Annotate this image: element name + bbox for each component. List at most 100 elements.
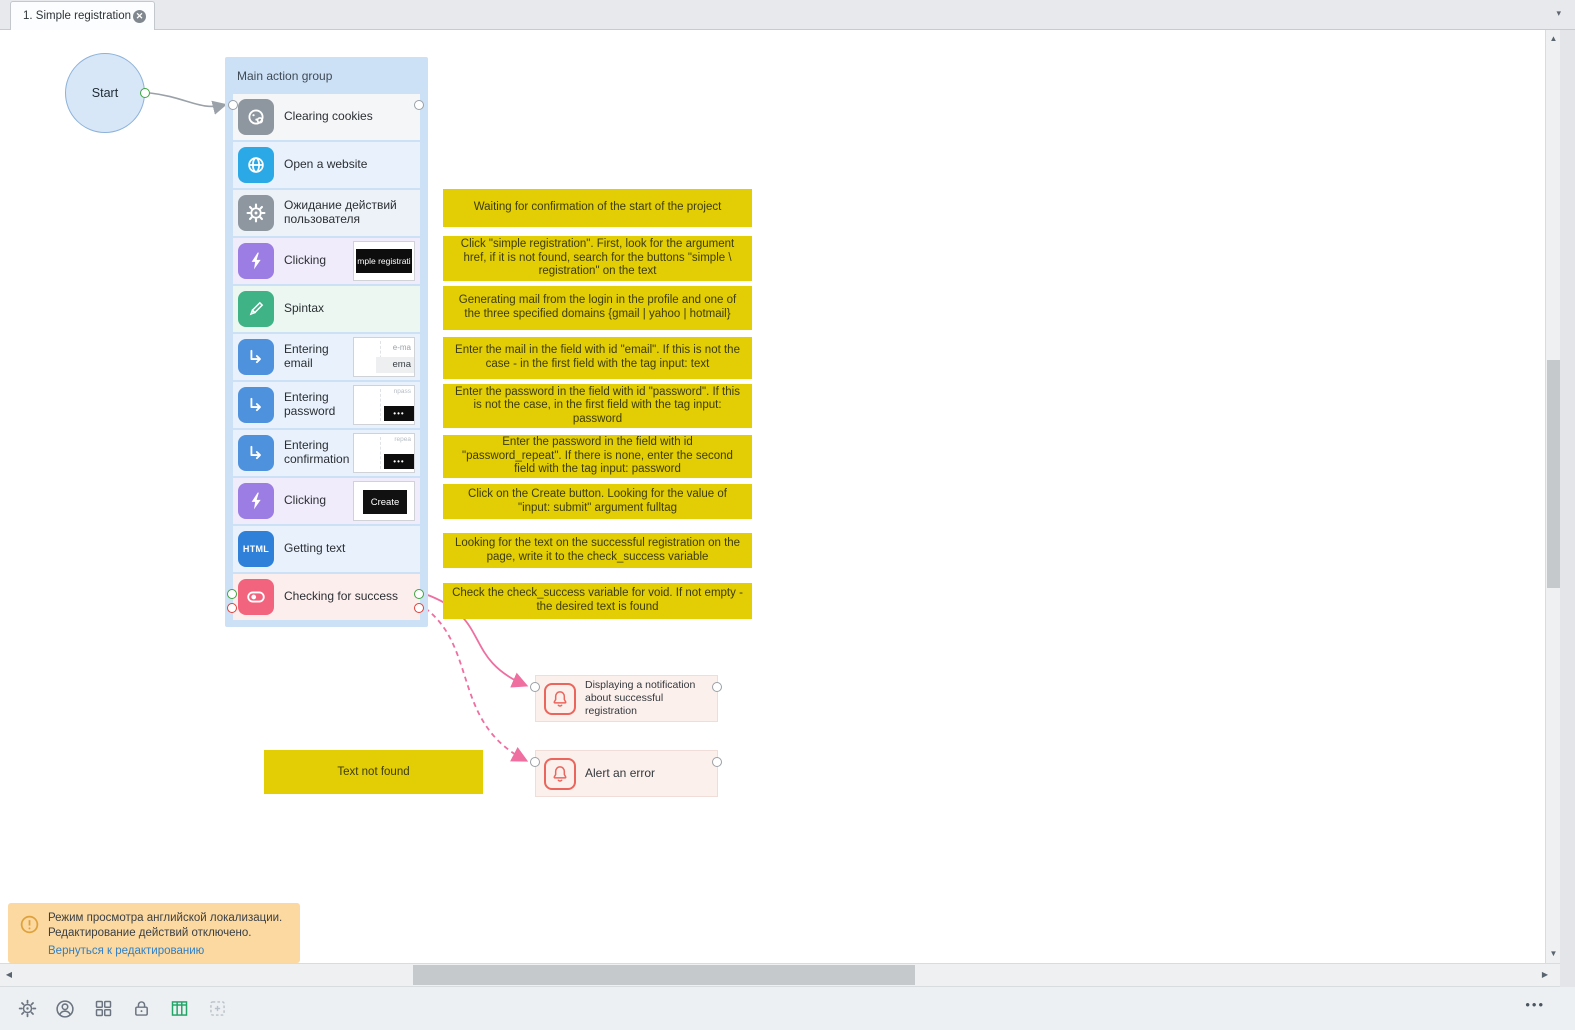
- scroll-up-icon[interactable]: ▲: [1546, 32, 1561, 46]
- action-checking-success[interactable]: Checking for success: [233, 574, 420, 620]
- connector-check-out-ok[interactable]: [414, 589, 424, 599]
- connector-error-out[interactable]: [712, 757, 722, 767]
- locale-banner: Режим просмотра английской локализации. …: [8, 903, 300, 963]
- note-waiting[interactable]: Waiting for confirmation of the start of…: [443, 189, 752, 227]
- node-label-line1: Displaying a notification: [585, 679, 695, 691]
- note-enter-repeat[interactable]: Enter the password in the field with id …: [443, 435, 752, 478]
- note-text-not-found[interactable]: Text not found: [264, 750, 483, 794]
- start-label: Start: [92, 86, 118, 100]
- screenshot-password-dots: •••: [384, 454, 414, 469]
- note-check-var[interactable]: Check the check_success variable for voi…: [443, 583, 752, 619]
- app-window: 1. Simple registration ✕ ▾ Start: [0, 0, 1575, 1030]
- element-screenshot: e-ma ema: [353, 337, 415, 377]
- note-click-create[interactable]: Click on the Create button. Looking for …: [443, 484, 752, 519]
- action-label: Clicking: [284, 254, 353, 268]
- horizontal-scrollbar[interactable]: ◀ ▶: [0, 963, 1560, 987]
- connector-notify-in[interactable]: [530, 682, 540, 692]
- screenshot-text: npass: [394, 388, 411, 395]
- globe-icon: [238, 147, 274, 183]
- enter-text-icon: [238, 435, 274, 471]
- screenshot-password-dots: •••: [384, 406, 414, 421]
- bottom-toolbar: •••: [0, 987, 1575, 1030]
- enter-text-icon: [238, 387, 274, 423]
- banner-line1: Режим просмотра английской локализации.: [48, 911, 290, 926]
- workflow-canvas[interactable]: Start Main action group Clearing cookies: [0, 30, 1545, 963]
- note-enter-pass[interactable]: Enter the password in the field with id …: [443, 384, 752, 428]
- connector-check-in-ok[interactable]: [227, 589, 237, 599]
- start-node[interactable]: Start: [65, 53, 145, 133]
- action-clearing-cookies[interactable]: Clearing cookies: [233, 94, 420, 140]
- screenshot-text: e-ma: [393, 343, 411, 352]
- action-label: Ожидание действий пользователя: [284, 199, 415, 227]
- connector-check-out-err[interactable]: [414, 603, 424, 613]
- close-icon[interactable]: ✕: [133, 10, 146, 23]
- element-screenshot: mple registrati: [353, 241, 415, 281]
- node-label: Alert an error: [585, 766, 655, 781]
- node-display-notification[interactable]: Displaying a notification about successf…: [535, 675, 718, 722]
- enter-text-icon: [238, 339, 274, 375]
- action-open-website[interactable]: Open a website: [233, 142, 420, 188]
- lock-button[interactable]: [128, 996, 154, 1022]
- element-screenshot: repea •••: [353, 433, 415, 473]
- screenshot-text: mple registrati: [356, 249, 412, 273]
- screenshot-text: ema: [376, 357, 414, 373]
- tab-simple-registration[interactable]: 1. Simple registration ✕: [10, 1, 155, 30]
- action-clicking-2[interactable]: Clicking Create: [233, 478, 420, 524]
- action-label: Checking for success: [284, 590, 415, 604]
- action-label: Clicking: [284, 494, 353, 508]
- action-getting-text[interactable]: HTML Getting text: [233, 526, 420, 572]
- connector-notify-out[interactable]: [712, 682, 722, 692]
- warning-icon: [19, 914, 40, 940]
- element-screenshot: Create: [353, 481, 415, 521]
- tab-bar: 1. Simple registration ✕ ▾: [0, 0, 1575, 30]
- scroll-right-icon[interactable]: ▶: [1538, 964, 1552, 986]
- connector-row1-in[interactable]: [228, 100, 238, 110]
- bell-icon: [544, 683, 576, 715]
- connector-check-in-err[interactable]: [227, 603, 237, 613]
- action-label: Entering password: [284, 391, 353, 419]
- table-view-button[interactable]: [166, 996, 192, 1022]
- screenshot-divider: [380, 389, 381, 421]
- scroll-down-icon[interactable]: ▼: [1546, 947, 1561, 961]
- add-element-button[interactable]: [204, 996, 230, 1022]
- profile-button[interactable]: [52, 996, 78, 1022]
- bell-icon: [544, 758, 576, 790]
- node-alert-error[interactable]: Alert an error: [535, 750, 718, 797]
- action-label: Open a website: [284, 158, 415, 172]
- more-options-button[interactable]: •••: [1525, 997, 1545, 1012]
- note-looking-text[interactable]: Looking for the text on the successful r…: [443, 533, 752, 568]
- wire-start-to-group: [150, 93, 224, 106]
- action-rows: Clearing cookies Open a website: [233, 94, 420, 620]
- connector-start-out[interactable]: [140, 88, 150, 98]
- connector-error-in[interactable]: [530, 757, 540, 767]
- screenshot-button: Create: [363, 490, 407, 514]
- action-label: Spintax: [284, 302, 415, 316]
- modules-grid-button[interactable]: [90, 996, 116, 1022]
- note-enter-mail[interactable]: Enter the mail in the field with id "ema…: [443, 337, 752, 379]
- main-action-group[interactable]: Main action group Clearing cookies: [225, 57, 428, 627]
- cookie-icon: [238, 99, 274, 135]
- return-to-editing-link[interactable]: Вернуться к редактированию: [48, 945, 204, 957]
- action-entering-email[interactable]: Entering email e-ma ema: [233, 334, 420, 380]
- wire-error-branch: [425, 608, 525, 760]
- action-clicking-1[interactable]: Clicking mple registrati: [233, 238, 420, 284]
- tab-title: 1. Simple registration: [23, 10, 133, 22]
- banner-line2: Редактирование действий отключено.: [48, 926, 290, 941]
- action-label: Getting text: [284, 542, 415, 556]
- screenshot-divider: [380, 437, 381, 469]
- action-wait-user[interactable]: Ожидание действий пользователя: [233, 190, 420, 236]
- note-generating[interactable]: Generating mail from the login in the pr…: [443, 286, 752, 330]
- vertical-scroll-thumb[interactable]: [1547, 360, 1560, 588]
- action-entering-confirmation[interactable]: Entering confirmation repea •••: [233, 430, 420, 476]
- settings-button[interactable]: [14, 996, 40, 1022]
- element-screenshot: npass •••: [353, 385, 415, 425]
- horizontal-scroll-thumb[interactable]: [413, 965, 915, 985]
- action-entering-password[interactable]: Entering password npass •••: [233, 382, 420, 428]
- note-click-simple[interactable]: Click "simple registration". First, look…: [443, 236, 752, 281]
- connector-row1-out[interactable]: [414, 100, 424, 110]
- node-label-line2: about successful registration: [585, 692, 663, 717]
- chevron-down-icon[interactable]: ▾: [1556, 8, 1561, 19]
- action-spintax[interactable]: Spintax: [233, 286, 420, 332]
- scroll-left-icon[interactable]: ◀: [2, 964, 16, 986]
- vertical-scrollbar[interactable]: ▲ ▼: [1545, 30, 1560, 963]
